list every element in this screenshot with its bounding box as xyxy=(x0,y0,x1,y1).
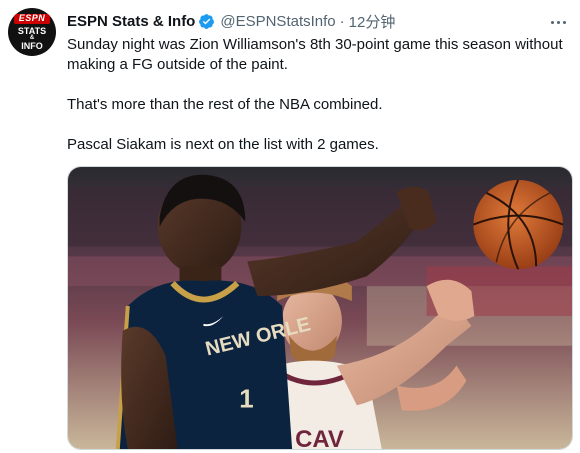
basketball-photo: CAV NEW ORLE 1 xyxy=(68,167,572,449)
tweet-paragraph: Pascal Siakam is next on the list with 2… xyxy=(67,136,379,153)
tweet-paragraph: That's more than the rest of the NBA com… xyxy=(67,96,383,113)
pelicans-jersey-number: 1 xyxy=(239,385,253,413)
espn-logo-word: ESPN xyxy=(18,13,46,23)
avatar[interactable]: ESPN STATS & INFO xyxy=(8,8,56,56)
tweet[interactable]: ESPN STATS & INFO ESPN Stats & Info @ESP… xyxy=(0,0,580,453)
cavs-jersey-text: CAV xyxy=(295,426,344,449)
timestamp[interactable]: 12分钟 xyxy=(349,11,396,32)
verified-badge-icon xyxy=(199,13,215,29)
tweet-header: ESPN Stats & Info @ESPNStatsInfo · 12分钟 xyxy=(67,10,395,32)
handle[interactable]: @ESPNStatsInfo xyxy=(220,13,335,30)
tweet-text: Sunday night was Zion Williamson's 8th 3… xyxy=(67,35,567,155)
display-name[interactable]: ESPN Stats & Info xyxy=(67,13,195,30)
avatar-info-text: INFO xyxy=(21,41,43,51)
more-horizontal-icon xyxy=(550,20,554,24)
separator-dot: · xyxy=(339,12,345,30)
tweet-photo[interactable]: CAV NEW ORLE 1 xyxy=(67,166,573,450)
tweet-paragraph: Sunday night was Zion Williamson's 8th 3… xyxy=(67,36,563,73)
more-options-button[interactable] xyxy=(546,10,570,34)
